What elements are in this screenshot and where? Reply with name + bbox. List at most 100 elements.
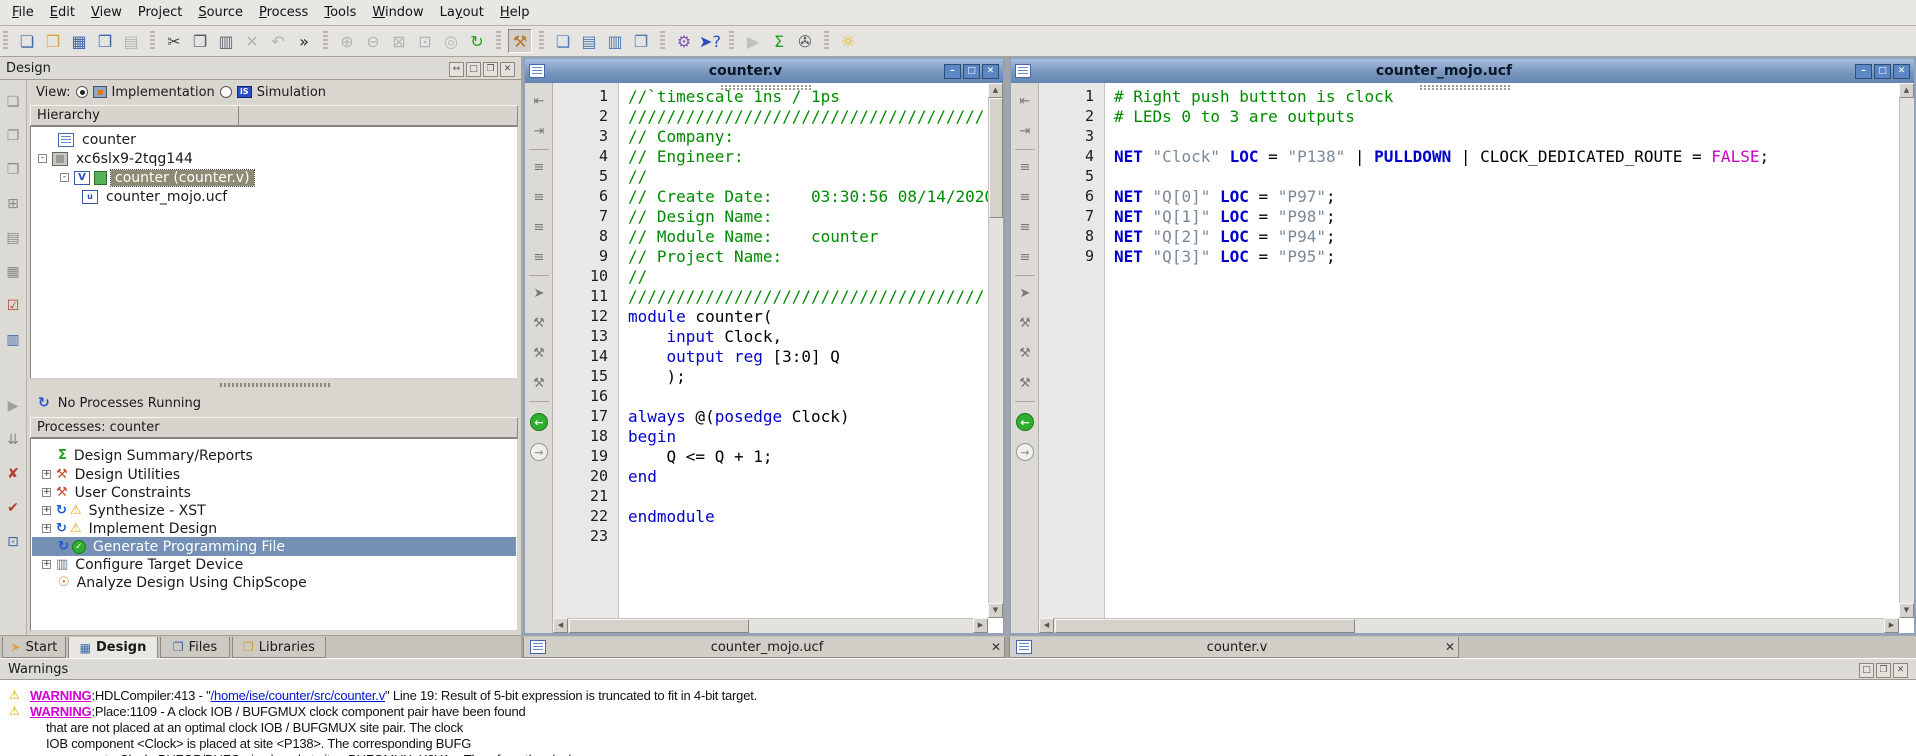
radio-implementation[interactable] [75, 86, 88, 98]
menu-tools[interactable]: Tools [316, 2, 364, 23]
overlap-windows-icon[interactable]: ❐ [629, 29, 653, 53]
open-source-icon[interactable]: ▤ [3, 228, 23, 248]
tree-expander[interactable]: + [42, 524, 51, 533]
outdent-icon[interactable]: ≡ [1015, 187, 1035, 207]
toggle-task-icon[interactable]: ⚒ [1015, 313, 1035, 333]
maximize-button[interactable]: □ [963, 63, 980, 79]
new-source-icon[interactable]: ❏ [3, 92, 23, 112]
nav-forward-icon[interactable]: → [530, 443, 548, 461]
show-reports-icon[interactable]: ⊡ [3, 532, 23, 552]
menu-source[interactable]: Source [190, 2, 251, 23]
next-bookmark-icon[interactable]: ➤ [1015, 283, 1035, 303]
process-analyze-design-using-chipscope[interactable]: ☉ Analyze Design Using ChipScope [32, 573, 516, 592]
editor-tab-counter_mojo-ucf[interactable]: counter_mojo.ucf ✕ [523, 637, 1005, 658]
tile-vertical-icon[interactable]: ▥ [603, 29, 627, 53]
zoom-sel-icon[interactable]: ◎ [439, 29, 463, 53]
editor-tab-counter-v[interactable]: counter.v ✕ [1009, 637, 1459, 658]
whats-this-icon[interactable]: ➤? [698, 29, 722, 53]
cascade-windows-icon[interactable]: ❏ [551, 29, 575, 53]
scroll-down-button[interactable]: ▼ [1899, 603, 1914, 618]
clear-task-icon[interactable]: ⚒ [1015, 373, 1035, 393]
comment-icon[interactable]: ≡ [1015, 217, 1035, 237]
indent-icon[interactable]: ≡ [529, 157, 549, 177]
shift-right-icon[interactable]: ⇥ [529, 121, 549, 141]
manage-cores-icon[interactable]: ⊞ [3, 194, 23, 214]
zoom-full-icon[interactable]: ⊡ [413, 29, 437, 53]
menu-process[interactable]: Process [251, 2, 316, 23]
zoom-out-icon[interactable]: ⊖ [361, 29, 385, 53]
toolbar-overflow-icon[interactable]: » [292, 29, 316, 53]
implement-top-module-icon[interactable]: ⚒ [508, 29, 532, 53]
close-tab-button[interactable]: ✕ [988, 640, 1004, 654]
maximize-button[interactable]: □ [1874, 63, 1891, 79]
open-project-icon[interactable]: ❐ [41, 29, 65, 53]
properties-icon[interactable]: ▦ [3, 262, 23, 282]
add-copy-source-icon[interactable]: ❒ [3, 160, 23, 180]
save-icon[interactable]: ▦ [67, 29, 91, 53]
tree-item-counter-counter-v-[interactable]: - Vcounter (counter.v) [32, 168, 516, 187]
horizontal-scrollbar[interactable]: ◀ ▶ [553, 618, 988, 633]
analyzer-icon[interactable]: ✇ [793, 29, 817, 53]
save-all-icon[interactable]: ❒ [93, 29, 117, 53]
shift-left-icon[interactable]: ⇤ [1015, 91, 1035, 111]
shift-left-icon[interactable]: ⇤ [529, 91, 549, 111]
editor-titlebar[interactable]: counter.v – □ ✕ [525, 59, 1003, 83]
close-tab-button[interactable]: ✕ [1442, 640, 1458, 654]
design-panel-float-button[interactable]: ↔ [449, 61, 464, 77]
print-icon[interactable]: ▤ [119, 29, 143, 53]
code-area[interactable]: //`timescale 1ns / 1ps//////////////////… [620, 83, 988, 618]
undo-icon[interactable]: ↶ [266, 29, 290, 53]
minimize-button[interactable]: – [1855, 63, 1872, 79]
minimize-button[interactable]: – [944, 63, 961, 79]
tree-expander[interactable]: - [38, 154, 47, 163]
vertical-scrollbar[interactable]: ▲ ▼ [988, 83, 1003, 618]
process-design-summary-reports[interactable]: Σ Design Summary/Reports [32, 446, 516, 465]
editor-titlebar[interactable]: counter_mojo.ucf – □ ✕ [1011, 59, 1914, 83]
toggle-task-icon[interactable]: ⚒ [529, 313, 549, 333]
zoom-in-icon[interactable]: ⊕ [335, 29, 359, 53]
process-user-constraints[interactable]: + ⚒ User Constraints [32, 483, 516, 502]
prev-task-icon[interactable]: ⚒ [1015, 343, 1035, 363]
tree-expander[interactable]: + [42, 470, 51, 479]
nav-back-icon[interactable]: ← [530, 413, 548, 431]
check-syntax-icon[interactable]: ☑ [3, 296, 23, 316]
design-summary-icon[interactable]: Σ [767, 29, 791, 53]
warnings-close-button[interactable]: ✕ [1893, 662, 1908, 678]
scroll-left-button[interactable]: ◀ [1039, 618, 1054, 633]
scroll-up-button[interactable]: ▲ [1899, 83, 1914, 98]
menu-help[interactable]: Help [492, 2, 538, 23]
scroll-thumb[interactable] [989, 98, 1003, 218]
design-panel-titlebar[interactable]: Design ↔ □ ❐ ✕ [0, 57, 521, 80]
scroll-down-button[interactable]: ▼ [988, 603, 1003, 618]
tree-expander[interactable]: + [42, 488, 51, 497]
warnings-maximize-button[interactable]: ❐ [1876, 662, 1891, 678]
radio-simulation[interactable] [219, 86, 232, 98]
process-synthesize-xst[interactable]: + ↻ ⚠ Synthesize - XST [32, 501, 516, 520]
menu-view[interactable]: View [83, 2, 130, 23]
process-design-utilities[interactable]: + ⚒ Design Utilities [32, 465, 516, 484]
process-configure-target-device[interactable]: + ▥ Configure Target Device [32, 555, 516, 574]
menu-edit[interactable]: Edit [42, 2, 83, 23]
comment-icon[interactable]: ≡ [529, 217, 549, 237]
rerun-icon[interactable]: ⇊ [3, 430, 23, 450]
nav-back-icon[interactable]: ← [1016, 413, 1034, 431]
uncomment-icon[interactable]: ≡ [529, 247, 549, 267]
stop-process-icon[interactable]: ✘ [3, 464, 23, 484]
refresh-icon[interactable]: ↻ [465, 29, 489, 53]
cut-icon[interactable]: ✂ [162, 29, 186, 53]
menu-file[interactable]: File [4, 2, 42, 23]
close-button[interactable]: ✕ [982, 63, 999, 79]
scroll-left-button[interactable]: ◀ [553, 618, 568, 633]
tab-design[interactable]: ▦ Design [68, 637, 158, 659]
warning-file-link[interactable]: /home/ise/counter/src/counter.v [211, 688, 386, 703]
paste-icon[interactable]: ▥ [214, 29, 238, 53]
delete-icon[interactable]: ✕ [240, 29, 264, 53]
zoom-box-icon[interactable]: ⊠ [387, 29, 411, 53]
horizontal-scrollbar[interactable]: ◀ ▶ [1039, 618, 1899, 633]
menu-window[interactable]: Window [364, 2, 431, 23]
settings-wrench-icon[interactable]: ⚙ [672, 29, 696, 53]
tab-libraries[interactable]: ❒ Libraries [232, 637, 326, 658]
tab-start[interactable]: ➤ Start [2, 637, 66, 658]
scroll-thumb[interactable] [569, 619, 749, 633]
scroll-up-button[interactable]: ▲ [988, 83, 1003, 98]
